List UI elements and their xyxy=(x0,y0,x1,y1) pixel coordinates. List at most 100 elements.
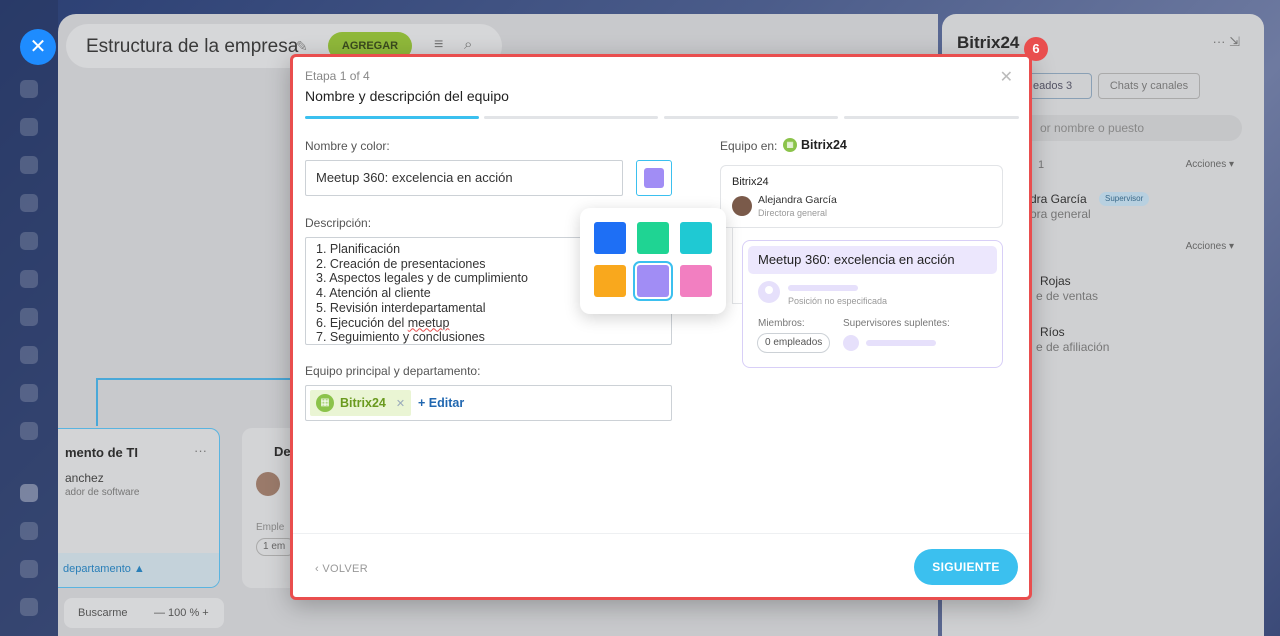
find-me-button[interactable]: Buscarme xyxy=(78,607,128,619)
description-label: Descripción: xyxy=(305,216,372,230)
color-palette xyxy=(580,208,726,314)
color-swatch[interactable] xyxy=(594,222,626,254)
employees-label: Emple xyxy=(256,522,285,533)
person-role: e de afiliación xyxy=(1036,340,1110,354)
company-icon: ▦ xyxy=(783,138,797,152)
person-role: e de ventas xyxy=(1036,289,1099,303)
progress-step-1 xyxy=(305,116,479,119)
department-toggle[interactable]: departamento ▲ xyxy=(63,563,145,575)
color-swatch[interactable] xyxy=(594,265,626,297)
new-team-preview-card: Meetup 360: excelencia en acción Posició… xyxy=(742,240,1003,368)
supervisor-badge: Supervisor xyxy=(1099,192,1150,206)
rail-icon[interactable] xyxy=(20,80,38,98)
color-picker-button[interactable] xyxy=(636,160,672,196)
members-count: 0 empleados xyxy=(757,333,831,353)
company-icon: ▦ xyxy=(316,394,334,412)
description-line: 7. Seguimiento y conclusiones xyxy=(316,330,485,345)
team-in-company: Bitrix24 xyxy=(801,138,847,152)
zoom-bar: Buscarme — 100 % + xyxy=(64,598,224,628)
department-chip-label: Bitrix24 xyxy=(340,396,386,410)
wizard-stage: Etapa 1 of 4 xyxy=(305,69,370,83)
back-button-label: VOLVER xyxy=(322,563,368,575)
rail-icon[interactable] xyxy=(20,522,38,540)
drawer-title: Bitrix24 xyxy=(957,33,1020,52)
left-rail xyxy=(0,0,58,636)
actions-dropdown[interactable]: Acciones ▾ xyxy=(1186,241,1234,252)
create-team-wizard: Etapa 1 of 4 Nombre y descripción del eq… xyxy=(290,54,1032,600)
more-icon[interactable]: ··· xyxy=(194,443,207,458)
team-department-field[interactable]: ▦ Bitrix24 ✕ + Editar xyxy=(305,385,672,421)
parent-org-card: Bitrix24 Alejandra García Directora gene… xyxy=(720,165,1003,228)
rail-icon[interactable] xyxy=(20,560,38,578)
department-title: De xyxy=(274,444,291,459)
rail-icon[interactable] xyxy=(20,422,38,440)
progress-step-3 xyxy=(664,116,838,119)
name-color-label: Nombre y color: xyxy=(305,139,390,153)
rail-icon[interactable] xyxy=(20,118,38,136)
misspelled-word: meetup xyxy=(407,315,450,330)
person-name[interactable]: dra García xyxy=(1030,192,1087,206)
zoom-control[interactable]: — 100 % + xyxy=(154,607,209,619)
back-button[interactable]: ‹ VOLVER xyxy=(315,563,368,575)
edit-link[interactable]: + Editar xyxy=(418,396,464,410)
department-card[interactable]: mento de TI ··· anchez ador de software … xyxy=(58,428,220,588)
team-name-input[interactable]: Meetup 360: excelencia en acción xyxy=(305,160,623,196)
rail-icon[interactable] xyxy=(20,232,38,250)
department-footer[interactable]: departamento ▲ xyxy=(58,553,219,587)
close-icon[interactable]: ✕ xyxy=(1000,67,1013,87)
rail-icon[interactable] xyxy=(20,194,38,212)
rail-icon[interactable] xyxy=(20,156,38,174)
description-line: 6. Ejecución del meetup xyxy=(316,316,661,331)
rail-icon[interactable] xyxy=(20,308,38,326)
department-chip[interactable]: ▦ Bitrix24 ✕ xyxy=(310,390,412,416)
team-department-label: Equipo principal y departamento: xyxy=(305,364,481,378)
actions-dropdown[interactable]: Acciones ▾ xyxy=(1186,159,1234,170)
rail-icon[interactable] xyxy=(20,346,38,364)
remove-chip-icon[interactable]: ✕ xyxy=(396,397,405,410)
department-head-name: anchez xyxy=(65,471,104,485)
rail-icon[interactable] xyxy=(20,598,38,616)
person-name[interactable]: Rojas xyxy=(1040,274,1071,288)
members-label: Miembros: xyxy=(758,318,805,329)
close-slider-button[interactable]: ✕ xyxy=(20,29,56,65)
color-swatch[interactable] xyxy=(680,265,712,297)
color-swatch[interactable] xyxy=(680,222,712,254)
department-head-role: ador de software xyxy=(65,487,140,498)
group-count: 1 xyxy=(1038,159,1045,171)
menu-icon[interactable]: ≡ xyxy=(434,36,443,54)
drawer-search-input[interactable]: or nombre o puesto xyxy=(1002,115,1242,141)
color-swatch-selected[interactable] xyxy=(633,261,673,301)
page-title: Estructura de la empresa xyxy=(86,36,299,57)
close-icon: ✕ xyxy=(29,36,47,58)
wizard-title: Nombre y descripción del equipo xyxy=(305,88,509,104)
org-card-role: Directora general xyxy=(758,208,828,218)
search-icon[interactable]: ⌕ xyxy=(464,36,472,53)
progress-step-4 xyxy=(844,116,1019,119)
deputies-label: Supervisores suplentes: xyxy=(843,318,950,329)
user-placeholder-icon xyxy=(843,335,859,351)
person-role: ora general xyxy=(1030,207,1091,221)
avatar xyxy=(732,196,752,216)
department-title: mento de TI xyxy=(65,445,138,460)
connector-line xyxy=(96,378,98,426)
org-card-title: Bitrix24 xyxy=(732,176,769,188)
tab-chats[interactable]: Chats y canales xyxy=(1098,73,1200,99)
placeholder-bar xyxy=(866,340,936,346)
team-in-label: Equipo en: xyxy=(720,139,778,153)
user-placeholder-icon xyxy=(758,281,780,303)
drawer-actions-icon[interactable]: ··· ⇲ xyxy=(1213,34,1241,50)
next-button[interactable]: SIGUIENTE xyxy=(914,549,1018,585)
position-text: Posición no especificada xyxy=(788,296,888,306)
step-number-badge: 6 xyxy=(1024,37,1048,61)
pin-icon[interactable]: ✎ xyxy=(296,38,308,55)
rail-icon[interactable] xyxy=(20,270,38,288)
progress-step-2 xyxy=(484,116,658,119)
org-card-person: Alejandra García xyxy=(758,194,837,206)
selected-color-swatch xyxy=(644,168,664,188)
rail-icon[interactable] xyxy=(20,384,38,402)
placeholder-bar xyxy=(788,285,858,291)
new-team-name: Meetup 360: excelencia en acción xyxy=(748,246,997,274)
color-swatch[interactable] xyxy=(637,222,669,254)
person-name[interactable]: Ríos xyxy=(1040,325,1065,339)
rail-icon-active[interactable] xyxy=(20,484,38,502)
